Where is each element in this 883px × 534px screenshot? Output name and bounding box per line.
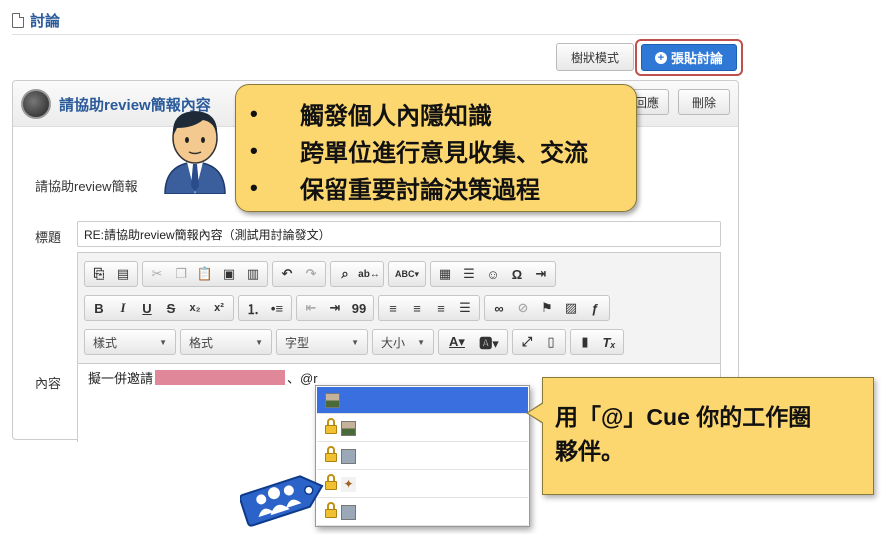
link-icon[interactable]: ∞: [488, 297, 510, 319]
italic-button[interactable]: I: [112, 297, 134, 319]
copy-format-icon[interactable]: ▮: [574, 331, 596, 353]
blockquote-icon[interactable]: 99: [348, 297, 370, 319]
mention-callout: 用「@」Cue 你的工作圈 夥伴。: [526, 377, 874, 495]
header-divider: [12, 34, 739, 35]
chevron-down-icon: ▼: [255, 337, 263, 347]
background-color-icon[interactable]: 🅰▾: [474, 331, 504, 353]
toolbar-row-3: 樣式 ▼ 格式 ▼ 字型 ▼ 大小 ▼ A▾ 🅰▾ ⤢ ▯ ▮ Tₓ: [84, 329, 624, 357]
avatar: [21, 89, 51, 119]
user-avatar: [341, 448, 356, 464]
numbered-list-icon[interactable]: ⒈: [242, 297, 264, 319]
align-right-icon[interactable]: ≡: [430, 297, 452, 319]
align-center-icon[interactable]: ≡: [406, 297, 428, 319]
maximize-icon[interactable]: ⤢: [516, 331, 538, 353]
show-blocks-icon[interactable]: ▯: [540, 331, 562, 353]
smiley-icon[interactable]: ☺: [482, 263, 504, 285]
delete-button[interactable]: 刪除: [678, 89, 730, 115]
document-icon: [12, 12, 24, 28]
businessman-icon: [164, 111, 226, 194]
cut-icon[interactable]: ✂: [146, 263, 168, 285]
paste-word-icon[interactable]: ▥: [242, 263, 264, 285]
outdent-icon[interactable]: ⇤: [300, 297, 322, 319]
original-post-text: 請協助review簡報: [35, 179, 138, 194]
format-select[interactable]: 格式 ▼: [180, 329, 272, 355]
features-callout: • 觸發個人內隱知識 • 跨單位進行意見收集、交流 • 保留重要討論決策過程: [235, 84, 637, 212]
flash-icon[interactable]: ƒ: [584, 297, 606, 319]
subject-label: 標題: [35, 230, 62, 245]
page-break-icon[interactable]: ⇥: [530, 263, 552, 285]
editor-text: 擬一併邀請 、@r: [88, 370, 318, 386]
owl-avatar-icon: ✦: [341, 476, 356, 492]
special-char-icon[interactable]: Ω: [506, 263, 528, 285]
size-select[interactable]: 大小 ▼: [372, 329, 434, 355]
chevron-down-icon: ▼: [351, 337, 359, 347]
lock-icon: [325, 446, 337, 462]
find-icon[interactable]: ⌕: [334, 263, 356, 285]
bold-button[interactable]: B: [88, 297, 110, 319]
mention-suggestion-list: ✦: [315, 385, 530, 527]
user-avatar: [341, 504, 356, 520]
align-left-icon[interactable]: ≡: [382, 297, 404, 319]
replace-icon[interactable]: ab↔: [358, 263, 380, 285]
page-header: 討論: [12, 10, 60, 30]
align-justify-icon[interactable]: ☰: [454, 297, 476, 319]
redacted-names: [155, 370, 286, 385]
feature-item: • 觸發個人內隱知識: [250, 100, 492, 131]
template-icon[interactable]: ▤: [112, 263, 134, 285]
redo-icon[interactable]: ↷: [300, 263, 322, 285]
content-label: 內容: [35, 376, 62, 391]
spellcheck-icon[interactable]: ABC▾: [392, 263, 422, 285]
subject-input[interactable]: [77, 221, 721, 247]
anchor-flag-icon[interactable]: ⚑: [536, 297, 558, 319]
chevron-down-icon: ▼: [417, 337, 425, 347]
chevron-down-icon: ▼: [159, 337, 167, 347]
indent-icon[interactable]: ⇥: [324, 297, 346, 319]
mention-option[interactable]: [317, 499, 528, 526]
post-discussion-button[interactable]: + 張貼討論: [641, 44, 737, 71]
mention-callout-line: 夥伴。: [555, 438, 624, 464]
remove-format-icon[interactable]: Tₓ: [598, 331, 620, 353]
mention-option[interactable]: [317, 443, 528, 470]
copy-icon[interactable]: ❐: [170, 263, 192, 285]
superscript-button[interactable]: x²: [208, 297, 230, 319]
page-title: 討論: [30, 12, 61, 30]
mention-option[interactable]: ✦: [317, 471, 528, 498]
plus-circle-icon: +: [654, 51, 667, 64]
unlink-icon[interactable]: ⊘: [512, 297, 534, 319]
mention-option[interactable]: [317, 387, 528, 414]
subscript-button[interactable]: x₂: [184, 297, 206, 319]
text-color-icon[interactable]: A▾: [442, 331, 472, 353]
undo-icon[interactable]: ↶: [276, 263, 298, 285]
feature-item: • 保留重要討論決策過程: [250, 174, 540, 205]
underline-button[interactable]: U: [136, 297, 158, 319]
font-select[interactable]: 字型 ▼: [276, 329, 368, 355]
mention-callout-line: 用「@」Cue 你的工作圈: [555, 404, 812, 430]
toolbar-row-2: B I U S x₂ x² ⒈ •≡ ⇤ ⇥ 99 ≡ ≡ ≡ ☰ ∞ ⊘ ⚑ …: [84, 295, 610, 323]
preview-icon[interactable]: ⎘: [88, 263, 110, 285]
post-button-highlight: + 張貼討論: [635, 39, 743, 76]
toolbar-row-1: ⎘ ▤ ✂ ❐ 📋 ▣ ▥ ↶ ↷ ⌕ ab↔ ABC▾ ▦ ☰ ☺ Ω ⇥: [84, 261, 556, 289]
feature-item: • 跨單位進行意見收集、交流: [250, 137, 588, 168]
horizontal-rule-icon[interactable]: ☰: [458, 263, 480, 285]
bulleted-list-icon[interactable]: •≡: [266, 297, 288, 319]
tree-mode-button[interactable]: 樹狀模式: [556, 43, 634, 71]
paste-icon[interactable]: 📋: [194, 263, 216, 285]
table-icon[interactable]: ▦: [434, 263, 456, 285]
image-icon[interactable]: ▨: [560, 297, 582, 319]
user-avatar: [325, 392, 340, 408]
post-discussion-label: 張貼討論: [670, 51, 723, 66]
style-select[interactable]: 樣式 ▼: [84, 329, 176, 355]
paste-text-icon[interactable]: ▣: [218, 263, 240, 285]
lock-icon: [325, 418, 337, 434]
mention-option[interactable]: [317, 415, 528, 442]
user-avatar: [341, 420, 356, 436]
strike-button[interactable]: S: [160, 297, 182, 319]
people-tag-icon: [240, 475, 324, 527]
